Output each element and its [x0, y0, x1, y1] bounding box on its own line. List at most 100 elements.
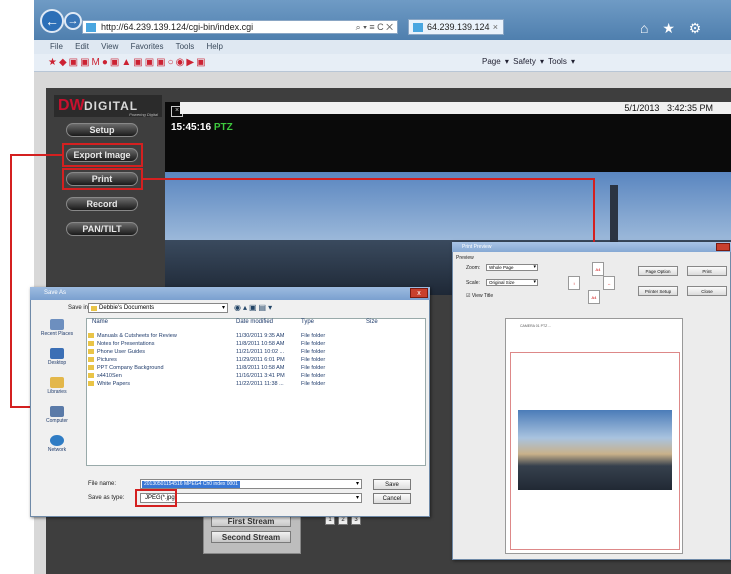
col-date[interactable]: Date modified — [236, 319, 273, 325]
place-desktop[interactable]: Desktop — [34, 348, 80, 376]
place-recent-label: Recent Places — [40, 331, 74, 337]
file-type: File folder — [301, 357, 326, 363]
menu-edit[interactable]: Edit — [75, 42, 89, 51]
file-row[interactable]: PPT Company Background 11/8/2011 10:58 AM… — [88, 364, 418, 372]
page-option-button[interactable]: Page Option — [638, 266, 678, 276]
printer-setup-button[interactable]: Printer Setup — [638, 286, 678, 296]
camera-overlay-text: 15:45:16 PTZ — [171, 122, 233, 133]
favorites-icons[interactable]: ★◆▣▣M●▣▲▣▣▣○◉▶▣ — [48, 57, 208, 68]
browser-right-icons[interactable]: ⌂ ★ ⚙ — [640, 20, 706, 37]
network-icon — [50, 435, 64, 446]
address-tools[interactable]: ⌕ ▾ ≡ C ✕ — [356, 21, 393, 34]
connector-line-export-h — [10, 154, 62, 156]
fit-page-icon[interactable]: A4 — [592, 262, 604, 276]
place-libraries[interactable]: Libraries — [34, 377, 80, 405]
place-computer[interactable]: Computer — [34, 406, 80, 434]
save-dialog-close-button[interactable]: x — [410, 288, 428, 298]
pan-tilt-button[interactable]: PAN/TILT — [66, 222, 138, 236]
dw-logo: DW DIGITAL Powering Digital — [54, 95, 162, 117]
chevron-down-icon[interactable]: ▾ — [356, 494, 359, 503]
file-type: File folder — [301, 333, 326, 339]
browser-tab[interactable]: 64.239.139.124 × — [408, 19, 504, 35]
folder-icon — [88, 341, 94, 346]
col-size[interactable]: Size — [366, 319, 378, 325]
connector-line-print-v — [593, 178, 595, 242]
date-text: 5/1/2013 — [624, 103, 660, 113]
computer-icon — [50, 406, 64, 417]
file-row[interactable]: s4410Sen 11/16/2011 3:41 PM File folder — [88, 372, 418, 380]
place-libraries-label: Libraries — [47, 389, 67, 395]
datetime-text: 5/1/2013 3:42:35 PM — [624, 102, 713, 114]
view-title-checkbox[interactable]: ☑ View Title — [466, 293, 493, 299]
address-bar[interactable]: http://64.239.139.124/cgi-bin/index.cgi … — [82, 20, 398, 34]
folder-icon — [88, 381, 94, 386]
file-row[interactable]: Phone User Guides 11/21/2011 10:02 ... Fil… — [88, 348, 418, 356]
tab-title: 64.239.139.124 — [427, 22, 490, 32]
file-date: 11/8/2011 10:58 AM — [236, 341, 285, 347]
chevron-down-icon[interactable]: ▾ — [356, 480, 359, 487]
landscape-icon[interactable]: ↔ — [603, 276, 615, 290]
forward-button[interactable]: → — [64, 12, 82, 30]
col-type[interactable]: Type — [301, 319, 314, 325]
file-name: Manuals & Cutsheets for Review — [97, 333, 177, 339]
portrait-icon[interactable]: ↕ — [568, 276, 580, 290]
save-type-label: Save as type: — [88, 495, 125, 501]
site-icon — [86, 23, 96, 32]
scale-label: Scale: — [466, 280, 480, 286]
connector-line-print-h — [143, 178, 595, 180]
back-button[interactable]: ← — [40, 9, 64, 33]
file-name: White Papers — [97, 381, 131, 387]
file-type: File folder — [301, 341, 326, 347]
file-row[interactable]: Notes for Presentations 11/8/2011 10:58 A… — [88, 340, 418, 348]
scale-select[interactable]: Original Size ▾ — [486, 279, 538, 286]
recent-places-icon — [50, 319, 64, 330]
print-preview-close-button[interactable] — [716, 243, 730, 251]
file-name-input[interactable]: 20130501154516 MPEG4 Ch0 index 0001 ▾ — [140, 479, 362, 489]
menu-view[interactable]: View — [101, 42, 118, 51]
file-row[interactable]: White Papers 11/22/2011 11:38 ... File fol… — [88, 380, 418, 388]
date-bar: 5/1/2013 3:42:35 PM — [180, 102, 731, 114]
menu-tools[interactable]: Tools — [176, 42, 195, 51]
connector-line-export-v — [10, 154, 12, 408]
dialog-toolbar-icons[interactable]: ◉▴▣▤▾ — [234, 303, 274, 312]
record-button[interactable]: Record — [66, 197, 138, 211]
file-name: Pictures — [97, 357, 117, 363]
export-highlight-box — [62, 143, 143, 167]
menu-help[interactable]: Help — [207, 42, 223, 51]
file-row[interactable]: Pictures 11/29/2011 6:01 PM File folder — [88, 356, 418, 364]
col-name[interactable]: Name — [92, 319, 108, 325]
places-bar: Recent Places Desktop Libraries Computer… — [34, 318, 80, 468]
file-type: File folder — [301, 349, 326, 355]
menu-favorites[interactable]: Favorites — [131, 42, 164, 51]
place-recent[interactable]: Recent Places — [34, 319, 80, 347]
zoom-page-icon[interactable]: A4 — [588, 290, 600, 304]
overlay-time: 15:45:16 — [171, 122, 212, 133]
print-preview-print-button[interactable]: Print — [687, 266, 727, 276]
setup-button[interactable]: Setup — [66, 123, 138, 137]
chevron-down-icon: ▾ — [533, 279, 536, 285]
file-name-label: File name: — [88, 481, 117, 487]
second-stream-button[interactable]: Second Stream — [211, 531, 291, 543]
tab-site-icon — [413, 23, 423, 32]
save-button[interactable]: Save — [373, 479, 411, 490]
file-name: Phone User Guides — [97, 349, 145, 355]
file-row[interactable]: Manuals & Cutsheets for Review 11/30/2011… — [88, 332, 418, 340]
menu-file[interactable]: File — [50, 42, 63, 51]
place-network[interactable]: Network — [34, 435, 80, 463]
save-type-highlight-box — [135, 489, 177, 507]
preview-group-label: Preview — [456, 255, 474, 261]
zoom-select[interactable]: Whole Page ▾ — [486, 264, 538, 271]
place-network-label: Network — [47, 447, 67, 453]
save-in-label: Save in: — [68, 305, 90, 311]
cancel-button[interactable]: Cancel — [373, 493, 411, 504]
tab-close-icon[interactable]: × — [493, 20, 498, 35]
paper-caption: CAMERA 01 PTZ ... — [520, 324, 552, 328]
folder-icon — [88, 365, 94, 370]
command-bar[interactable]: Page ▾ Safety ▾ Tools ▾ — [482, 57, 575, 66]
file-date: 11/21/2011 10:02 ... — [236, 349, 285, 355]
libraries-icon — [50, 377, 64, 388]
overlay-ptz: PTZ — [213, 122, 233, 133]
print-preview-close-text-button[interactable]: Close — [687, 286, 727, 296]
file-list-header: Name Date modified Type Size — [86, 319, 426, 328]
save-in-select[interactable]: Debbie's Documents ▾ — [88, 303, 228, 313]
